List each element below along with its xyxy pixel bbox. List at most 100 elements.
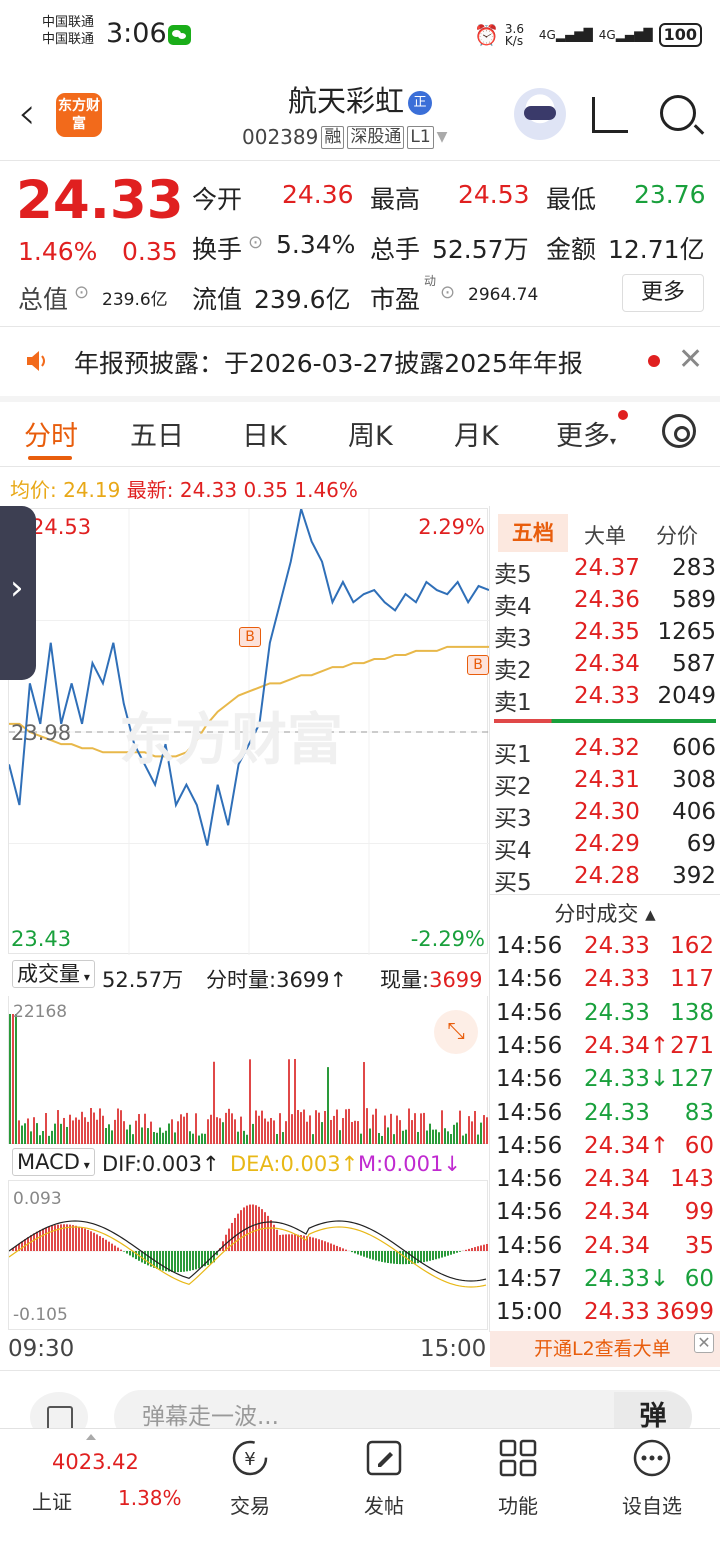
volume-bar <box>453 1124 455 1144</box>
volume-bar <box>318 1112 320 1144</box>
ask-row[interactable]: 卖2 24.34 587 <box>494 651 716 685</box>
stock-code-row[interactable]: 002389 融 深股通 L1 ▼ <box>242 125 447 149</box>
nav-post[interactable]: 发帖 <box>334 1438 434 1519</box>
pe-value: 2964.74 <box>468 285 539 305</box>
trade-row: 14:56 24.33 162 <box>494 933 716 963</box>
volume-bar <box>192 1133 194 1144</box>
tab-big-orders[interactable]: 大单 <box>584 520 626 550</box>
more-button[interactable]: 更多 <box>622 274 704 312</box>
robot-avatar-icon[interactable] <box>514 88 566 140</box>
ask-row[interactable]: 卖1 24.33 2049 <box>494 683 716 717</box>
volume-bar <box>261 1110 263 1144</box>
ask-row-n: 卖2 <box>494 658 532 684</box>
macd-bar <box>264 1212 266 1251</box>
expand-icon[interactable]: ⤡ <box>434 1010 478 1054</box>
share-icon[interactable] <box>592 97 628 133</box>
volume-chart[interactable]: 22168 <box>8 996 488 1144</box>
bid-row[interactable]: 买2 24.31 308 <box>494 767 716 801</box>
close-icon[interactable]: ✕ <box>694 1333 714 1353</box>
tab-five-day[interactable]: 五日 <box>130 414 184 453</box>
ask-row[interactable]: 卖4 24.36 589 <box>494 587 716 621</box>
macd-bar <box>39 1230 41 1251</box>
tab-intraday[interactable]: 分时 <box>24 414 78 453</box>
gear-icon[interactable] <box>662 414 696 448</box>
index-value[interactable]: 4023.42 <box>52 1450 139 1474</box>
volume-label: 总手 <box>370 235 421 264</box>
macd-bar <box>366 1251 368 1258</box>
volume-bar <box>450 1134 452 1144</box>
nav-functions[interactable]: 功能 <box>468 1438 568 1519</box>
macd-bar <box>441 1251 443 1258</box>
volume-bar <box>441 1110 443 1144</box>
volume-bar <box>438 1132 440 1144</box>
tab-more[interactable]: 更多▾ <box>556 414 616 453</box>
bid-row-n: 买3 <box>494 806 532 832</box>
macd-bar <box>324 1241 326 1251</box>
volume-bar <box>195 1113 197 1144</box>
volume-bar <box>60 1123 62 1144</box>
macd-dropdown[interactable]: MACD ▾ <box>12 1148 95 1176</box>
volume-bar <box>354 1120 356 1144</box>
pe-label: 市盈 <box>370 285 421 314</box>
trade-time: 14:56 <box>496 1132 563 1159</box>
search-icon[interactable] <box>660 95 696 131</box>
volume-bar <box>177 1121 179 1144</box>
tab-daily-k[interactable]: 日K <box>242 414 287 453</box>
info-icon[interactable]: ⊙ <box>74 282 89 303</box>
volume-bar <box>42 1130 44 1144</box>
volume-bar <box>273 1120 275 1144</box>
side-drawer-handle[interactable] <box>0 506 36 680</box>
bid-row[interactable]: 买3 24.30 406 <box>494 799 716 833</box>
volume-bar <box>414 1113 416 1144</box>
l2-upgrade-banner[interactable]: 开通L2查看大单 ✕ <box>490 1331 720 1367</box>
speaker-icon <box>24 348 50 374</box>
bid-row[interactable]: 买1 24.32 606 <box>494 735 716 769</box>
buy-signal-2[interactable]: B <box>467 655 489 675</box>
macd-bar <box>201 1251 203 1268</box>
ask-row[interactable]: 卖5 24.37 283 <box>494 555 716 589</box>
macd-bar <box>171 1251 173 1272</box>
macd-bar <box>57 1224 59 1251</box>
trade-price: 24.33↓ <box>584 1266 670 1292</box>
ask-row-v: 283 <box>672 555 716 581</box>
volume-bar <box>372 1114 374 1144</box>
volume-bar <box>225 1112 227 1144</box>
stock-code: 002389 <box>242 125 319 149</box>
volume-bar <box>75 1117 77 1144</box>
info-icon[interactable]: ⊙ <box>248 232 263 253</box>
volume-dropdown[interactable]: 成交量 ▾ <box>12 960 95 988</box>
carrier-label: 中国联通 中国联通 <box>42 15 95 47</box>
nav-watchlist-settings[interactable]: 设自选 <box>602 1438 702 1519</box>
tab-five-levels[interactable]: 五档 <box>498 514 568 552</box>
volume-bar <box>384 1115 386 1144</box>
ask-row[interactable]: 卖3 24.35 1265 <box>494 619 716 653</box>
trades-title[interactable]: 分时成交 ▴ <box>494 898 716 928</box>
index-name[interactable]: 上证 <box>32 1486 72 1515</box>
nav-trade[interactable]: ¥ 交易 <box>200 1438 300 1519</box>
bid-row[interactable]: 买5 24.28 392 <box>494 863 716 897</box>
macd-bar <box>33 1233 35 1251</box>
close-icon[interactable]: ✕ <box>678 342 703 377</box>
buy-signal-1[interactable]: B <box>239 627 261 647</box>
info-icon[interactable]: ⊙ <box>440 282 455 303</box>
trade-price: 24.33 <box>584 1299 650 1326</box>
intraday-chart[interactable]: 24.53 2.29% 23.98 23.43 -2.29% 东方财富 B B <box>8 508 489 955</box>
tab-price-dist[interactable]: 分价 <box>656 520 698 550</box>
volume-bar <box>360 1133 362 1144</box>
macd-bar <box>177 1251 179 1273</box>
volume-bar <box>402 1130 404 1144</box>
trade-price: 24.33↓ <box>584 1066 670 1093</box>
ask-row-v: 587 <box>672 651 716 677</box>
ask-row-v: 1265 <box>657 619 716 645</box>
low-label: 最低 <box>546 185 597 214</box>
trade-volume: 60 <box>684 1132 714 1159</box>
bid-row[interactable]: 买4 24.29 69 <box>494 831 716 865</box>
now-volume: 现量:3699 <box>380 968 483 992</box>
notice-text[interactable]: 年报预披露：于2026-03-27披露2025年年报 <box>74 344 583 380</box>
macd-bar <box>207 1251 209 1266</box>
macd-bar <box>420 1251 422 1263</box>
tab-weekly-k[interactable]: 周K <box>348 414 393 453</box>
tab-monthly-k[interactable]: 月K <box>454 414 499 453</box>
macd-chart[interactable]: 0.093 -0.105 <box>8 1180 489 1330</box>
volume-bar <box>33 1117 35 1144</box>
